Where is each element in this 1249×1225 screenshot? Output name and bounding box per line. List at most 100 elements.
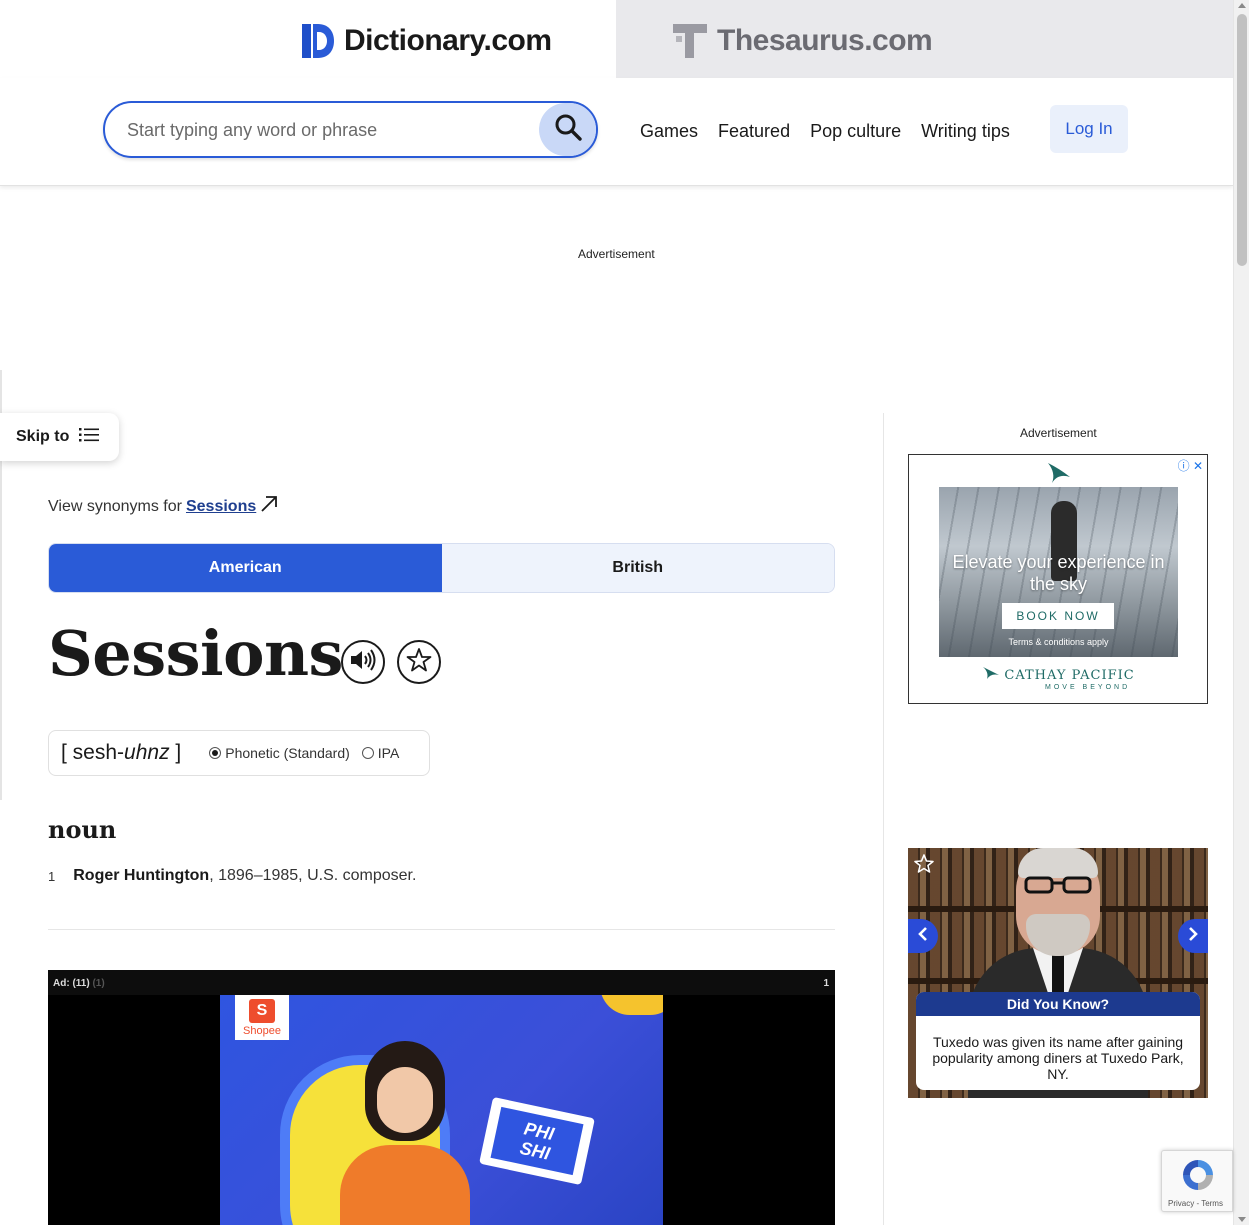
shopee-logo-text: Shopee [243,1024,281,1037]
pron-italic: uhnz [124,741,170,764]
video-ad-image[interactable]: PHI SHI S Shopee [220,995,663,1225]
video-ad-counter: 1 [823,978,829,989]
pronunciation-box: [ sesh-uhnz ] Phonetic (Standard) IPA [48,730,430,776]
page-scrollbar[interactable] [1233,0,1249,1225]
did-you-know-title: Did You Know? [916,992,1200,1016]
main-nav: Games Featured Pop culture Writing tips [640,121,1010,142]
search-button[interactable] [539,103,596,156]
pronunciation-text: [ sesh-uhnz ] [61,741,181,765]
ad-person-body [340,1145,470,1225]
search-icon [554,113,582,146]
search-box [103,101,598,158]
synonyms-link[interactable]: Sessions [186,498,256,516]
pronunciation-options: Phonetic (Standard) IPA [209,745,399,761]
cathay-headline: Elevate your experience in the sky [952,552,1165,594]
section-divider [48,929,835,930]
tab-dictionary[interactable]: Dictionary.com [0,0,616,78]
search-input[interactable] [127,117,527,143]
book-now-button[interactable]: BOOK NOW [1002,603,1114,629]
video-ad-label: Ad: (11) (1) [53,978,105,989]
video-ad-bar: Ad: (11) (1) 1 [48,970,835,995]
definition-number: 1 [48,869,56,884]
chevron-right-icon [1187,926,1199,947]
side-ad-label: Advertisement [1020,426,1097,440]
audio-button[interactable] [341,640,385,684]
part-of-speech: noun [48,815,117,844]
star-icon[interactable] [914,854,934,879]
column-divider [883,413,884,1225]
carousel-next-button[interactable] [1178,919,1208,953]
thesaurus-logo-icon [673,24,707,58]
pron-bracket-close: ] [169,741,182,764]
shopee-bag-icon: S [249,998,275,1023]
scroll-thumb[interactable] [1237,14,1247,266]
nav-featured[interactable]: Featured [718,121,790,142]
skip-to-label: Skip to [16,428,70,445]
definition-text: Roger Huntington, 1896–1985, U.S. compos… [73,867,416,885]
site-header: Games Featured Pop culture Writing tips … [0,78,1233,186]
ad-decor-shape [600,995,663,1015]
tab-thesaurus[interactable]: Thesaurus.com [616,0,1233,78]
ad-info-icon[interactable]: ⓘ [1178,459,1190,473]
cathay-ad[interactable]: ⓘ ✕ Elevate your experience in the sky B… [908,454,1208,704]
cathay-brand: CATHAY PACIFIC [909,665,1207,683]
ad-choices[interactable]: ⓘ ✕ [1178,457,1203,474]
ad-man-glasses [1020,872,1096,899]
view-synonyms-prefix: View synonyms for [48,497,182,515]
did-you-know-card: Did You Know? Tuxedo was given its name … [916,992,1200,1090]
nav-games[interactable]: Games [640,121,698,142]
view-synonyms: View synonyms for Sessions [48,495,278,518]
thesaurus-logo-text: Thesaurus.com [717,24,933,57]
video-ad-label-faded: (1) [92,978,105,989]
dialect-toggle: American British [48,543,835,593]
nav-writing-tips[interactable]: Writing tips [921,121,1010,142]
cathay-terms: Terms & conditions apply [1008,637,1109,647]
tab-british[interactable]: British [441,544,834,592]
star-icon [406,647,432,678]
site-tabs: Dictionary.com Thesaurus.com [0,0,1233,78]
radio-phonetic-label: Phonetic (Standard) [225,745,350,761]
nav-pop-culture[interactable]: Pop culture [810,121,901,142]
shopee-logo: S Shopee [235,995,289,1040]
definition-name: Roger Huntington [73,867,210,884]
radio-phonetic[interactable]: Phonetic (Standard) [209,745,350,761]
recaptcha-badge[interactable]: Privacy - Terms [1161,1150,1233,1212]
tab-american[interactable]: American [49,544,442,592]
cathay-brand-icon [983,667,1004,683]
speaker-icon [350,648,376,676]
did-you-know-ad[interactable]: Did You Know? Tuxedo was given its name … [908,848,1208,1098]
cathay-tagline: MOVE BEYOND [1045,684,1131,691]
favorite-button[interactable] [397,640,441,684]
scroll-down-arrow-icon[interactable] [1238,1217,1246,1222]
ad-product-box: PHI SHI [479,1096,595,1186]
ad-person-face [377,1067,433,1133]
ad-close-icon[interactable]: ✕ [1193,459,1203,473]
radio-ipa-dot[interactable] [361,747,374,759]
skip-to-button[interactable]: Skip to [0,413,119,461]
ad-product-label: PHI SHI [490,1106,584,1176]
radio-ipa[interactable]: IPA [361,745,400,761]
thesaurus-logo[interactable]: Thesaurus.com [673,24,933,58]
headword: Sessions [48,617,343,690]
did-you-know-text: Tuxedo was given its name after gaining … [932,1034,1184,1082]
video-ad[interactable]: PHI SHI S Shopee Ad: (11) (1) 1 [48,970,835,1225]
pron-main: sesh- [72,741,125,764]
external-arrow-icon[interactable] [260,495,278,518]
pron-bracket-open: [ [61,741,73,764]
dictionary-logo[interactable]: Dictionary.com [302,24,552,58]
video-ad-label-text: Ad: (11) [53,978,90,989]
recaptcha-links[interactable]: Privacy - Terms [1168,1199,1223,1208]
scroll-up-arrow-icon[interactable] [1238,3,1246,8]
top-ad-label: Advertisement [578,247,655,261]
login-button[interactable]: Log In [1050,105,1128,153]
dictionary-logo-icon [302,24,334,58]
chevron-left-icon [917,926,929,947]
recaptcha-icon [1180,1157,1216,1198]
definition-item: 1 Roger Huntington, 1896–1985, U.S. comp… [48,867,416,885]
radio-phonetic-dot[interactable] [209,747,222,759]
radio-ipa-label: IPA [377,745,400,761]
cathay-brand-text: CATHAY PACIFIC [1004,668,1135,683]
definition-rest: , 1896–1985, U.S. composer. [209,867,417,884]
cathay-mark-icon [1046,459,1072,490]
list-icon [79,427,100,447]
